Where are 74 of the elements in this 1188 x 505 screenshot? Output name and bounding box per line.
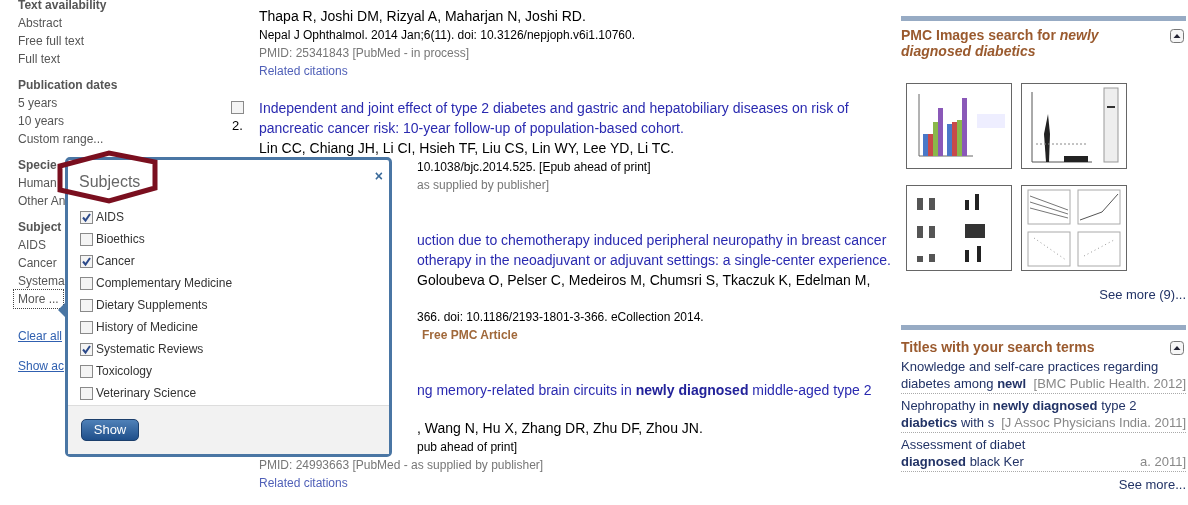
article-pmid: as supplied by publisher] — [417, 177, 550, 194]
related-citations-link[interactable]: Related citations — [259, 62, 348, 80]
checkbox[interactable] — [80, 387, 93, 401]
checkbox[interactable] — [231, 101, 244, 114]
checkbox[interactable] — [80, 321, 93, 335]
title-source: [BMC Public Health. 2012] — [1033, 375, 1186, 392]
filter-link[interactable]: 5 years — [18, 95, 58, 111]
article-title-link[interactable]: uction due to chemotherapy induced peripheral neuropathy in breast cancer — [417, 230, 887, 250]
result-number: 2. — [232, 118, 243, 133]
filter-link[interactable]: More ... — [15, 291, 62, 307]
title-link[interactable]: Knowledge and self-care practices regarding — [901, 359, 1159, 374]
article-journal: 366. doi: 10.1186/2193-1801-3-366. eCollection 2014. — [417, 309, 704, 326]
filter-action-link[interactable]: Show ac — [18, 358, 65, 374]
checkbox[interactable] — [80, 277, 93, 291]
title-link[interactable]: Assessment of diabet — [901, 437, 1026, 452]
article-authors: , Wang N, Hu X, Zhang DR, Zhu DF, Zhou JN. — [417, 419, 703, 438]
filter-heading: Subject — [18, 219, 62, 236]
filter-link[interactable]: 10 years — [18, 113, 65, 129]
article-pmid: PMID: 25341843 [PubMed - in process] — [259, 45, 470, 62]
title-link[interactable]: diagnosed black Ker — [901, 453, 1024, 470]
collapse-button[interactable] — [1170, 29, 1184, 43]
free-article-label: Free PMC Article — [422, 327, 518, 344]
filter-link[interactable]: Systema — [18, 273, 65, 289]
filter-link[interactable]: Other An — [18, 193, 66, 209]
popup-title: Subjects — [79, 172, 141, 192]
filter-link[interactable]: Abstract — [18, 15, 62, 31]
checkbox-label[interactable]: AIDS — [96, 210, 124, 226]
filter-action-link[interactable]: Clear all — [18, 328, 62, 344]
filter-heading: Text availability — [18, 0, 107, 14]
article-pmid: PMID: 24993663 [PubMed - as supplied by publisher] — [259, 457, 544, 474]
checkbox-label[interactable]: Dietary Supplements — [96, 298, 208, 314]
checkbox-label[interactable]: Systematic Reviews — [96, 342, 204, 358]
show-button[interactable]: Show — [81, 418, 139, 441]
article-authors: Thapa R, Joshi DM, Rizyal A, Maharjan N, Joshi RD. — [259, 7, 586, 26]
article-authors: Goloubeva O, Pelser C, Medeiros M, Chumsri S, Tkaczuk K, Edelman M, — [417, 271, 871, 290]
article-journal: pub ahead of print] — [417, 439, 518, 456]
article-title-link[interactable]: otherapy in the neoadjuvant or adjuvant settings: a single-center experience. — [417, 250, 891, 270]
filter-heading: Publication dates — [18, 77, 118, 94]
panel-heading: PMC Images search for newly diagnosed diabetics — [901, 27, 1100, 59]
close-button[interactable]: × — [374, 170, 383, 182]
checkbox[interactable] — [80, 365, 93, 379]
article-journal: Nepal J Ophthalmol. 2014 Jan;6(11). doi: 10.3126/nepjoph.v6i1.10760. — [259, 27, 636, 44]
see-more-link[interactable]: See more (9)... — [1099, 287, 1186, 302]
filter-heading: Specie — [18, 157, 57, 174]
checkbox-label[interactable]: Bioethics — [96, 232, 145, 248]
filter-link[interactable]: Custom range... — [18, 131, 104, 147]
article-journal: 10.1038/bjc.2014.525. [Epub ahead of print] — [417, 159, 651, 176]
checkbox[interactable] — [80, 211, 93, 225]
filter-link[interactable]: Full text — [18, 51, 60, 67]
checkbox-label[interactable]: Complementary Medicine — [96, 276, 233, 292]
checkbox-label[interactable]: Toxicology — [96, 364, 153, 380]
article-title-link[interactable]: ng memory-related brain circuits in newly diagnosed middle-aged type 2 — [417, 380, 872, 400]
filter-link[interactable]: AIDS — [18, 237, 46, 253]
article-title-link[interactable]: Independent and joint effect of type 2 diabetes and gastric and hepatobiliary diseases on risk of pancreatic cancer risk: 10-year follow-up of population-based cohort. — [259, 98, 891, 138]
filter-link[interactable]: Human — [18, 175, 57, 191]
see-more-link[interactable]: See more... — [1118, 477, 1186, 492]
related-citations-link[interactable]: Related citations — [259, 474, 348, 492]
title-source: a. 2011] — [1139, 453, 1186, 470]
title-link[interactable]: diabetes among newl — [901, 375, 1027, 392]
title-source: [J Assoc Physicians India. 2011] — [1001, 414, 1186, 431]
checkbox-label[interactable]: Veterinary Science — [96, 386, 197, 402]
article-authors: Lin CC, Chiang JH, Li CI, Hsieh TF, Liu CS, Lin WY, Lee YD, Li TC. — [259, 139, 675, 158]
checkbox[interactable] — [80, 299, 93, 313]
checkbox-label[interactable]: History of Medicine — [96, 320, 199, 336]
checkbox[interactable] — [80, 343, 93, 357]
checkbox[interactable] — [80, 233, 93, 247]
filter-link[interactable]: Cancer — [18, 255, 57, 271]
collapse-button[interactable] — [1170, 341, 1184, 355]
checkbox-label[interactable]: Cancer — [96, 254, 135, 270]
panel-heading: Titles with your search terms — [901, 339, 1096, 355]
title-link[interactable]: diabetics with s — [901, 414, 995, 431]
checkbox[interactable] — [80, 255, 93, 269]
filter-link[interactable]: Free full text — [18, 33, 85, 49]
title-link[interactable]: Nephropathy in newly diagnosed type 2 — [901, 398, 1137, 413]
